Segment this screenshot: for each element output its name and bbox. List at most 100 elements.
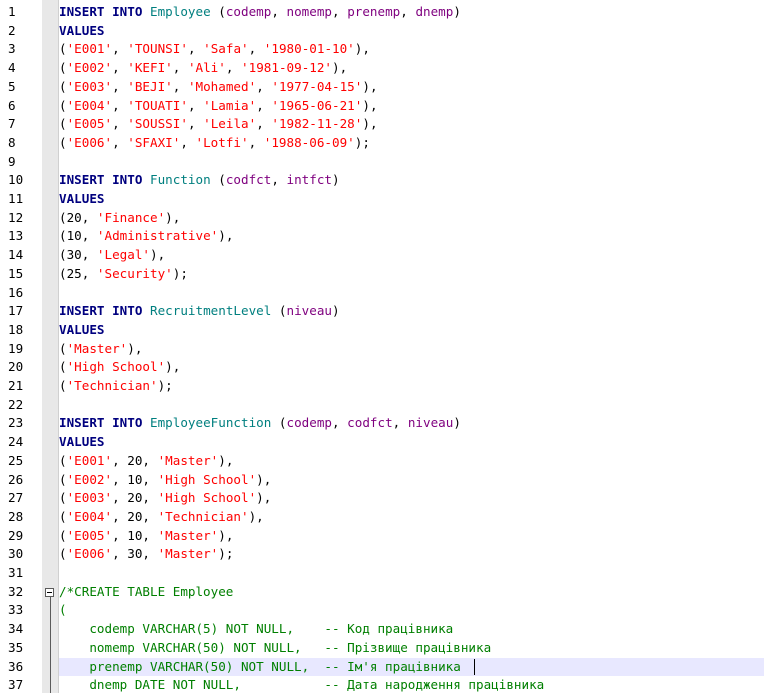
code-token: '1982-11-28' — [271, 116, 363, 132]
code-line[interactable]: nomemp VARCHAR(50) NOT NULL, -- Прізвище… — [59, 639, 764, 658]
code-token: ); — [172, 265, 188, 281]
code-token: 'Security' — [96, 265, 173, 281]
code-line[interactable]: (20, 'Finance'), — [59, 209, 764, 228]
code-token: ( — [59, 78, 67, 94]
code-token: /*CREATE TABLE Employee — [59, 583, 234, 599]
code-line[interactable] — [59, 284, 764, 303]
code-token: prenemp — [347, 4, 401, 19]
line-number: 24 — [8, 434, 24, 450]
line-number: 28 — [8, 508, 24, 524]
code-token: niveau — [286, 303, 333, 319]
code-token: 'High School' — [66, 359, 166, 375]
code-line[interactable]: ('E004', 'TOUATI', 'Lamia', '1965-06-21'… — [59, 97, 764, 116]
code-token: (10, — [59, 228, 97, 244]
code-token: dnemp — [415, 4, 454, 19]
code-token: intfct — [286, 172, 333, 188]
code-line[interactable]: ('High School'), — [59, 358, 764, 377]
code-line[interactable] — [59, 153, 764, 172]
line-number: 31 — [8, 565, 24, 580]
code-token: '1981-09-12' — [241, 60, 333, 76]
code-token: , — [172, 78, 188, 94]
code-line[interactable]: ('E003', 'BEJI', 'Mohamed', '1977-04-15'… — [59, 78, 764, 97]
code-line[interactable]: ('E003', 20, 'High School'), — [59, 489, 764, 508]
code-token: 'Technician' — [66, 378, 158, 393]
code-token: 'High School' — [157, 471, 257, 487]
line-number: 34 — [8, 621, 24, 637]
code-line[interactable]: (30, 'Legal'), — [59, 246, 764, 265]
code-token: , — [112, 134, 128, 150]
code-line[interactable]: VALUES — [59, 190, 764, 209]
code-token: ), — [218, 228, 234, 244]
code-token: INSERT INTO — [59, 172, 150, 188]
code-token: 'E001' — [66, 41, 113, 57]
code-editor[interactable]: 1 2 3 4 5 6 7 8 9 10 11 12 13 14 15 16 17 18 19 20 21 22 23 24 2… — [0, 0, 764, 693]
code-token: 'Leila' — [203, 116, 257, 132]
code-token: ( — [59, 97, 67, 113]
code-token: VALUES — [59, 191, 105, 206]
code-line[interactable]: ('Technician'); — [59, 377, 764, 396]
code-token: , — [112, 60, 128, 76]
code-line[interactable]: VALUES — [59, 22, 764, 41]
code-line[interactable]: ('E001', 'TOUNSI', 'Safa', '1980-01-10')… — [59, 40, 764, 59]
code-token: , — [332, 4, 348, 19]
code-token: ) — [453, 4, 461, 19]
code-line[interactable]: (10, 'Administrative'), — [59, 227, 764, 246]
code-token: nomemp — [286, 4, 333, 19]
fold-toggle-icon[interactable] — [45, 587, 54, 597]
line-number: 27 — [8, 490, 24, 506]
line-number: 8 — [8, 134, 16, 150]
code-token: '1977-04-15' — [271, 78, 363, 94]
code-line[interactable]: INSERT INTO RecruitmentLevel (niveau) — [59, 302, 764, 321]
line-number: 29 — [8, 527, 24, 543]
code-token: 'Administrative' — [96, 228, 219, 244]
code-line[interactable]: ('E001', 20, 'Master'), — [59, 452, 764, 471]
code-line[interactable]: ('E002', 'KEFI', 'Ali', '1981-09-12'), — [59, 59, 764, 78]
line-number: 2 — [8, 22, 16, 38]
code-token: 'High School' — [157, 490, 257, 506]
code-line[interactable]: ('E004', 20, 'Technician'), — [59, 508, 764, 527]
line-number: 25 — [8, 452, 24, 468]
code-token: , — [271, 4, 287, 19]
code-line[interactable]: prenemp VARCHAR(50) NOT NULL, -- Ім'я пр… — [59, 657, 764, 677]
code-token: ( — [59, 471, 67, 487]
line-number: 10 — [8, 172, 24, 188]
code-token: ( — [271, 415, 287, 431]
code-line[interactable]: ('E006', 'SFAXI', 'Lotfi', '1988-06-09')… — [59, 134, 764, 153]
code-line[interactable]: VALUES — [59, 433, 764, 452]
code-line[interactable]: ('E002', 10, 'High School'), — [59, 471, 764, 490]
line-number: 18 — [8, 321, 24, 337]
code-token: (30, — [59, 247, 97, 263]
code-token: , 20, — [112, 452, 158, 468]
code-token: 'E005' — [66, 116, 113, 132]
code-token: ), — [256, 490, 272, 506]
code-line[interactable]: ('E006', 30, 'Master'); — [59, 545, 764, 564]
code-token: ), — [362, 97, 378, 113]
code-line[interactable]: VALUES — [59, 321, 764, 340]
code-token: 'E001' — [66, 452, 113, 468]
code-token: , — [187, 41, 204, 57]
code-line[interactable]: INSERT INTO Function (codfct, intfct) — [59, 171, 764, 190]
code-token: , — [180, 134, 196, 150]
text-caret — [474, 658, 475, 675]
line-number: 11 — [8, 191, 24, 206]
code-area[interactable]: INSERT INTO Employee (codemp, nomemp, pr… — [59, 0, 764, 693]
fold-margin[interactable] — [42, 0, 59, 693]
code-token: 'TOUNSI' — [127, 41, 188, 57]
code-line[interactable]: /*CREATE TABLE Employee — [59, 583, 764, 602]
code-line[interactable]: INSERT INTO Employee (codemp, nomemp, pr… — [59, 3, 764, 22]
code-line[interactable]: ('E005', 'SOUSSI', 'Leila', '1982-11-28'… — [59, 115, 764, 134]
code-line[interactable] — [59, 564, 764, 583]
code-token: 'Master' — [157, 527, 219, 543]
code-line[interactable]: INSERT INTO EmployeeFunction (codemp, co… — [59, 414, 764, 433]
code-line[interactable]: codemp VARCHAR(5) NOT NULL, -- Код праці… — [59, 620, 764, 639]
code-line[interactable]: ('E005', 10, 'Master'), — [59, 527, 764, 546]
line-number: 7 — [8, 116, 16, 132]
code-token: , — [392, 415, 408, 431]
code-token: , — [112, 116, 128, 132]
code-line[interactable]: ('Master'), — [59, 340, 764, 359]
code-line[interactable]: dnemp DATE NOT NULL, -- Дата народження … — [59, 676, 764, 695]
code-line[interactable] — [59, 396, 764, 415]
code-line[interactable]: ( — [59, 601, 764, 620]
code-line[interactable]: (25, 'Security'); — [59, 265, 764, 284]
code-token: Function — [150, 172, 211, 188]
